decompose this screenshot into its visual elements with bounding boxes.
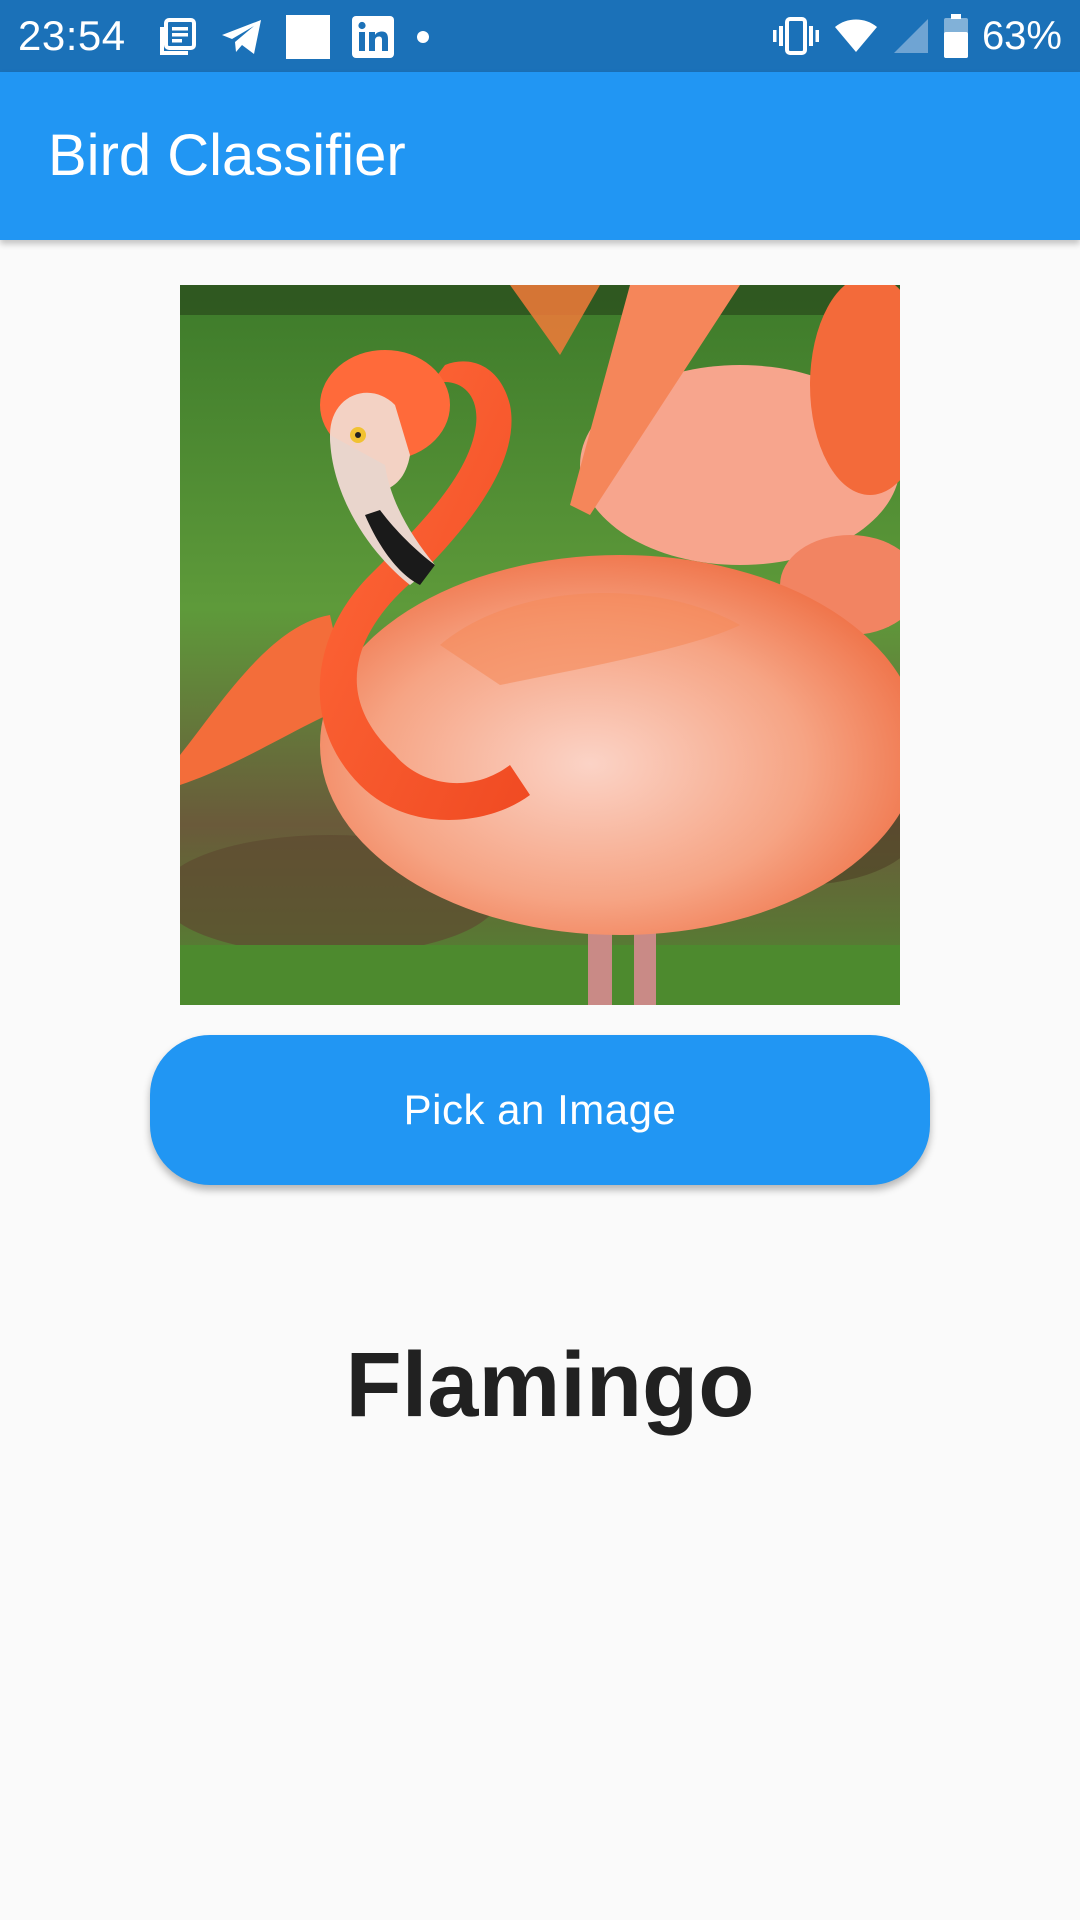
news-icon (158, 17, 198, 57)
battery-percent: 63% (981, 14, 1062, 58)
system-status-icons: 63% (772, 12, 1062, 60)
pick-image-button[interactable]: Pick an Image (150, 1035, 930, 1185)
bird-photo (180, 285, 900, 1005)
status-bar: 23:54 63% (0, 0, 1080, 72)
linkedin-icon (352, 16, 394, 58)
pick-image-button-label: Pick an Image (403, 1086, 677, 1133)
blank-square-icon (286, 15, 330, 59)
app-title: Bird Classifier (48, 123, 406, 188)
notification-icons (158, 14, 452, 60)
cell-signal-icon (892, 17, 930, 55)
vibrate-icon (772, 16, 820, 56)
dot-icon (416, 30, 430, 44)
app-bar: Bird Classifier (0, 72, 1080, 240)
status-time: 23:54 (18, 12, 126, 59)
wifi-icon (834, 18, 878, 54)
classification-result: Flamingo (345, 1334, 755, 1436)
telegram-icon (220, 17, 264, 57)
battery-icon (943, 14, 968, 58)
